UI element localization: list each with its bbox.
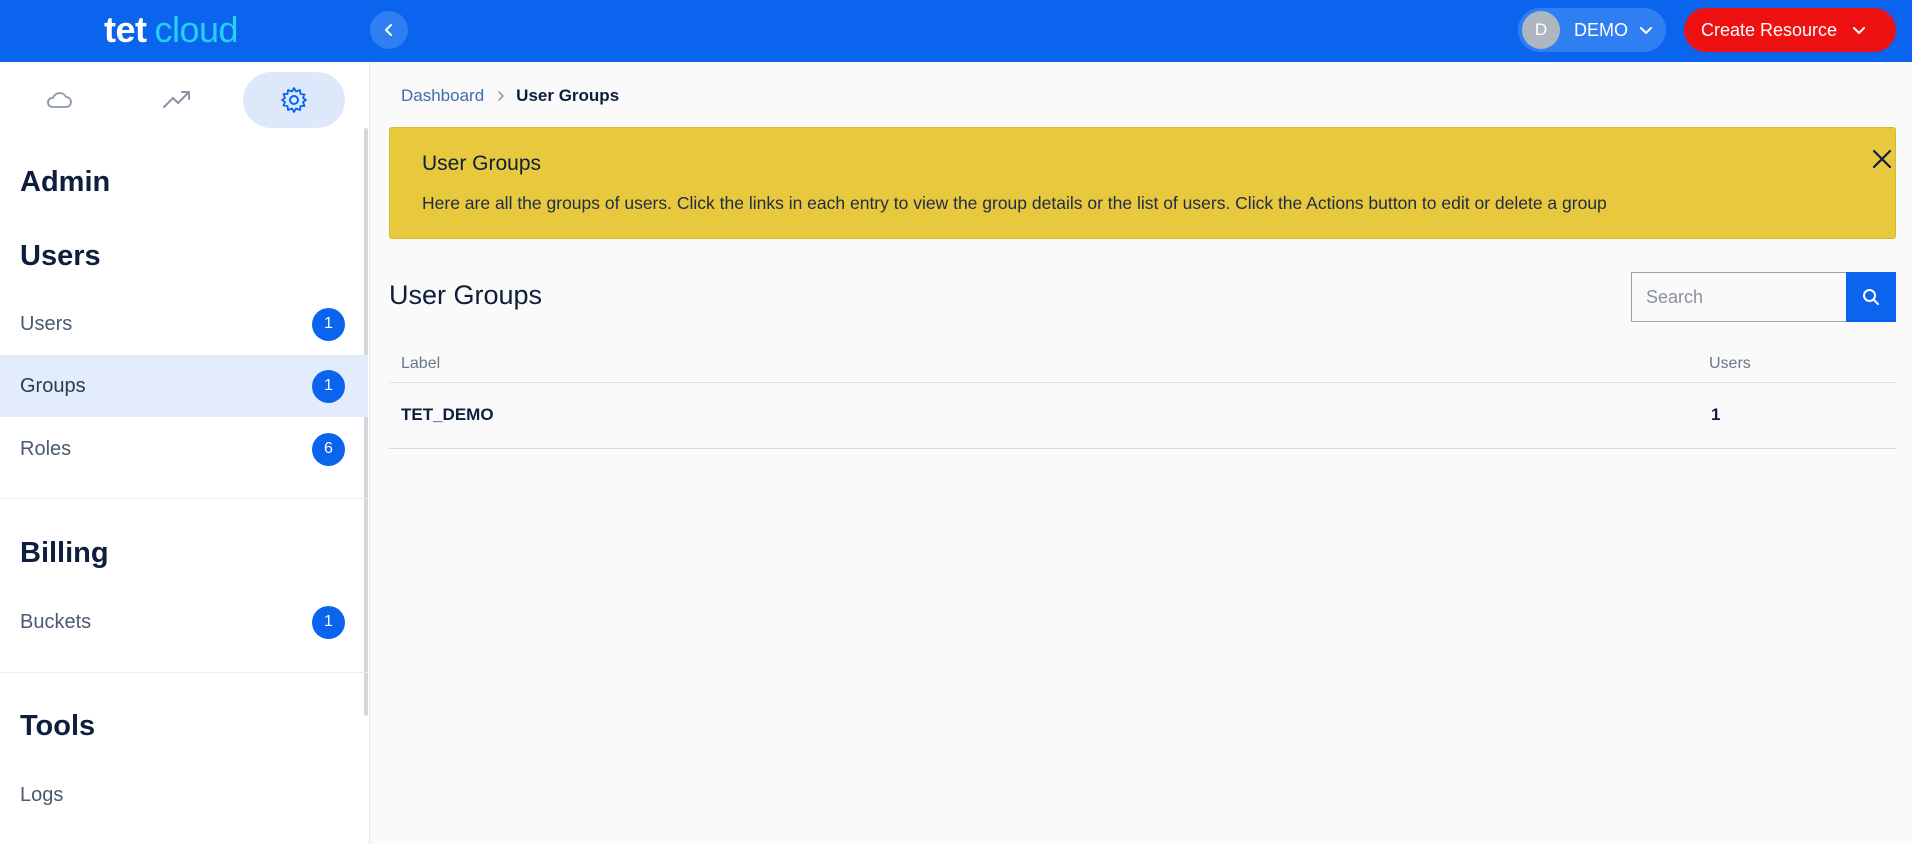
breadcrumb: Dashboard User Groups — [401, 84, 619, 108]
alert-title: User Groups — [422, 152, 542, 175]
sidebar-item-label: Buckets — [20, 610, 92, 633]
tab-analytics[interactable] — [126, 72, 228, 128]
sidebar-item-roles[interactable]: Roles 6 — [0, 418, 368, 480]
chevron-down-icon — [1851, 22, 1867, 38]
count-badge: 1 — [312, 369, 345, 403]
sidebar-divider — [0, 498, 368, 499]
sidebar-item-label: Groups — [20, 374, 86, 397]
group-users-link[interactable]: 1 — [1711, 405, 1720, 425]
sidebar-item-buckets[interactable]: Buckets 1 — [0, 591, 368, 653]
section-billing: Billing — [20, 537, 109, 569]
column-header-users[interactable]: Users — [1709, 355, 1751, 373]
sidebar-item-label: Logs — [20, 783, 64, 806]
count-badge: 6 — [312, 432, 345, 466]
table-row: TET_DEMO 1 — [389, 383, 1896, 449]
create-resource-button[interactable]: Create Resource — [1684, 8, 1896, 52]
account-name: DEMO — [1574, 19, 1628, 40]
cloud-icon — [47, 92, 72, 108]
create-resource-label: Create Resource — [1701, 19, 1838, 40]
logo-cloud-text: cloud — [154, 9, 239, 50]
sidebar-item-logs[interactable]: Logs — [0, 764, 368, 826]
sidebar-item-label: Roles — [20, 437, 72, 460]
account-menu-button[interactable]: D DEMO — [1518, 8, 1666, 52]
sidebar-icon-tabs — [0, 62, 370, 128]
close-icon — [1872, 149, 1892, 169]
alert-close-button[interactable] — [1867, 144, 1897, 174]
avatar: D — [1522, 11, 1560, 49]
sidebar: Admin Users Users 1 Groups 1 Roles 6 Bil… — [0, 62, 370, 844]
breadcrumb-current: User Groups — [516, 86, 620, 105]
tab-settings[interactable] — [243, 72, 345, 128]
collapse-sidebar-button[interactable] — [370, 11, 408, 49]
breadcrumb-dashboard-link[interactable]: Dashboard — [401, 86, 484, 106]
chevron-right-icon — [496, 90, 506, 102]
column-header-label[interactable]: Label — [401, 355, 440, 373]
search-button[interactable] — [1846, 272, 1896, 322]
group-label-link[interactable]: TET_DEMO — [401, 405, 494, 425]
chevron-down-icon — [1638, 22, 1654, 38]
user-groups-table: Label Users TET_DEMO 1 — [389, 347, 1896, 449]
trending-up-icon — [163, 91, 190, 108]
gear-icon — [281, 87, 307, 113]
table-header: Label Users — [389, 347, 1896, 383]
section-users: Users — [20, 240, 101, 272]
section-tools: Tools — [20, 710, 96, 742]
search-input[interactable] — [1631, 272, 1847, 322]
chevron-left-icon — [385, 24, 392, 36]
count-badge: 1 — [312, 605, 345, 639]
search-icon — [1863, 289, 1879, 305]
info-alert: User Groups Here are all the groups of u… — [389, 127, 1896, 239]
tet-cloud-logo[interactable]: tet cloud — [104, 8, 239, 52]
page-title: User Groups — [389, 280, 543, 310]
sidebar-item-groups[interactable]: Groups 1 — [0, 355, 368, 417]
count-badge: 1 — [312, 307, 345, 341]
tab-cloud[interactable] — [8, 72, 110, 128]
alert-text: Here are all the groups of users. Click … — [422, 193, 1607, 213]
sidebar-item-label: Users — [20, 312, 73, 335]
top-bar: tet cloud D DEMO Create Resource — [0, 0, 1912, 62]
sidebar-divider — [0, 672, 368, 673]
logo-tet-text: tet — [104, 9, 147, 50]
section-admin: Admin — [20, 166, 111, 198]
sidebar-item-users[interactable]: Users 1 — [0, 293, 368, 355]
